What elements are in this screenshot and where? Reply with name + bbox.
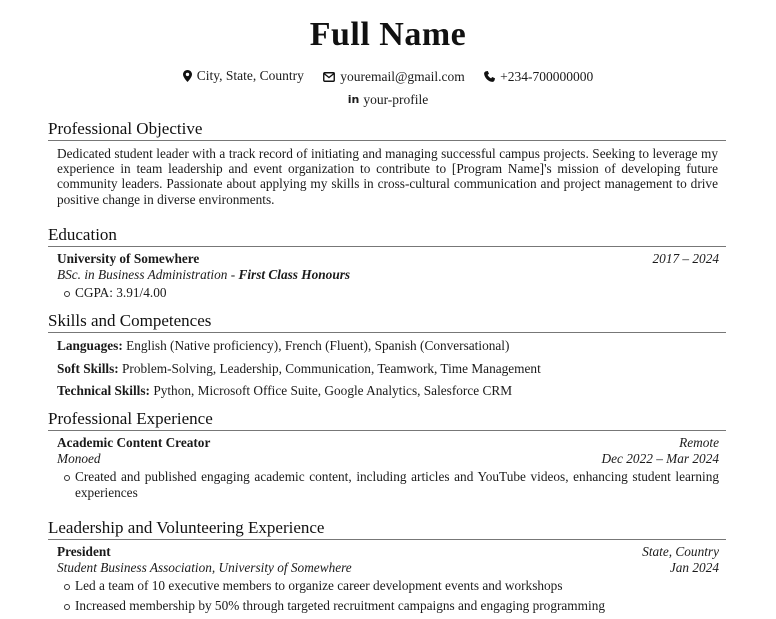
dates: Dec 2022 – Mar 2024 bbox=[601, 450, 719, 466]
list-item: Created and published engaging academic … bbox=[64, 469, 719, 500]
role: Academic Content Creator bbox=[57, 435, 211, 450]
degree: BSc. in Business Administration bbox=[57, 266, 228, 282]
leadership-section: Leadership and Volunteering Experience P… bbox=[48, 517, 726, 617]
skill-line: Technical Skills: Python, Microsoft Offi… bbox=[57, 383, 726, 399]
skill-line: Languages: English (Native proficiency),… bbox=[57, 338, 726, 354]
organization: Monoed bbox=[57, 450, 101, 466]
linkedin-icon: in bbox=[347, 93, 360, 106]
skill-label: Soft Skills: bbox=[57, 360, 119, 376]
list-item: Increased membership by 50% through targ… bbox=[64, 598, 719, 614]
experience-section: Professional Experience Academic Content… bbox=[48, 408, 726, 500]
location-text: City, State, Country bbox=[196, 68, 304, 83]
skills-section: Skills and Competences Languages: Englis… bbox=[48, 310, 726, 406]
section-title: Education bbox=[48, 224, 726, 247]
section-title: Leadership and Volunteering Experience bbox=[48, 517, 726, 540]
contact-location: City, State, Country bbox=[182, 68, 304, 84]
contact-email[interactable]: youremail@gmail.com bbox=[323, 69, 465, 85]
education-dates: 2017 – 2024 bbox=[652, 251, 719, 266]
location: Remote bbox=[679, 435, 719, 450]
location: State, Country bbox=[642, 544, 719, 559]
objective-section: Professional Objective Dedicated student… bbox=[48, 118, 726, 207]
skill-value: English (Native proficiency), French (Fl… bbox=[126, 338, 510, 353]
dates: Jan 2024 bbox=[669, 559, 719, 575]
phone-text[interactable]: +234-700000000 bbox=[500, 69, 593, 85]
section-title: Skills and Competences bbox=[48, 310, 726, 333]
section-title: Professional Objective bbox=[48, 118, 726, 141]
skill-value: Problem-Solving, Leadership, Communicati… bbox=[122, 360, 541, 376]
role: President bbox=[57, 544, 111, 559]
degree-separator: - bbox=[227, 266, 239, 282]
contact-row: City, State, Country youremail@gmail.com… bbox=[0, 68, 776, 86]
resume-page: Full Name City, State, Country youremail… bbox=[0, 0, 776, 619]
envelope-icon bbox=[323, 72, 336, 82]
list-item: Led a team of 10 executive members to or… bbox=[64, 578, 719, 594]
section-title: Professional Experience bbox=[48, 408, 726, 431]
skill-label: Technical Skills: bbox=[57, 383, 150, 398]
organization: Student Business Association, University… bbox=[57, 559, 352, 575]
phone-icon bbox=[484, 71, 496, 82]
institution: University of Somewhere bbox=[57, 251, 200, 266]
linkedin-link[interactable]: your-profile bbox=[363, 92, 428, 108]
education-entry: University of Somewhere 2017 – 2024 BSc.… bbox=[57, 251, 719, 301]
contact-linkedin[interactable]: in your-profile bbox=[348, 92, 429, 108]
full-name: Full Name bbox=[309, 16, 467, 53]
email-link[interactable]: youremail@gmail.com bbox=[340, 69, 465, 85]
list-item: CGPA: 3.91/4.00 bbox=[64, 285, 719, 301]
skill-line: Soft Skills: Problem-Solving, Leadership… bbox=[57, 361, 726, 377]
map-pin-icon bbox=[182, 70, 192, 82]
leadership-entry: President State, Country Student Busines… bbox=[57, 544, 719, 613]
contact-row-2: in your-profile bbox=[0, 91, 776, 108]
objective-text: Dedicated student leader with a track re… bbox=[57, 146, 718, 207]
skill-value: Python, Microsoft Office Suite, Google A… bbox=[153, 383, 513, 398]
experience-entry: Academic Content Creator Remote Monoed D… bbox=[57, 435, 719, 500]
education-section: Education University of Somewhere 2017 –… bbox=[48, 224, 726, 301]
contact-phone[interactable]: +234-700000000 bbox=[484, 69, 593, 85]
skill-label: Languages: bbox=[57, 338, 123, 353]
honours: First Class Honours bbox=[238, 266, 351, 282]
